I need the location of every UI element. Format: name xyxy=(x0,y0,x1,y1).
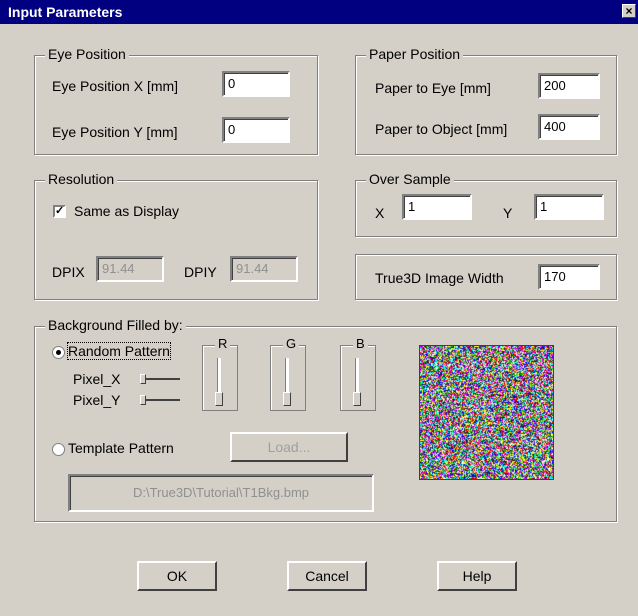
pixel-x-label: Pixel_X xyxy=(73,371,121,387)
r-label: R xyxy=(215,336,231,351)
paper-to-object-input[interactable]: 400 xyxy=(538,114,600,140)
template-pattern-radio[interactable] xyxy=(52,443,65,456)
dpix-label: DPIX xyxy=(52,264,85,280)
b-label: B xyxy=(353,336,368,351)
template-pattern-label[interactable]: Template Pattern xyxy=(68,440,174,456)
check-icon: ✓ xyxy=(55,205,65,217)
pixel-y-thumb[interactable] xyxy=(140,395,146,405)
over-sample-y-input[interactable]: 1 xyxy=(534,194,604,220)
eye-position-x-label: Eye Position X [mm] xyxy=(52,78,179,94)
load-button[interactable]: Load... xyxy=(230,432,348,462)
eye-position-y-input[interactable]: 0 xyxy=(222,117,290,143)
background-legend: Background Filled by: xyxy=(45,317,186,333)
window-title: Input Parameters xyxy=(8,4,123,20)
b-slider-box: B xyxy=(340,336,376,411)
over-sample-legend: Over Sample xyxy=(366,171,454,187)
template-path-field[interactable]: D:\True3D\Tutorial\T1Bkg.bmp xyxy=(68,474,374,512)
r-slider-thumb[interactable] xyxy=(215,392,223,406)
random-pattern-radio[interactable] xyxy=(52,346,65,359)
over-sample-x-input[interactable]: 1 xyxy=(402,194,472,220)
random-pattern-label[interactable]: Random Pattern xyxy=(67,342,171,360)
random-pattern-preview xyxy=(419,345,554,480)
close-button[interactable]: × xyxy=(622,4,636,18)
same-as-display-label: Same as Display xyxy=(74,203,180,219)
same-as-display-checkbox[interactable]: ✓ xyxy=(53,205,66,218)
g-slider-thumb[interactable] xyxy=(283,392,291,406)
pixel-y-label: Pixel_Y xyxy=(73,392,121,408)
close-icon: × xyxy=(625,4,633,18)
paper-position-group: Paper Position xyxy=(355,46,617,155)
pixel-y-slider[interactable] xyxy=(140,395,182,405)
title-bar: Input Parameters × xyxy=(0,0,638,24)
dpiy-label: DPIY xyxy=(184,264,217,280)
paper-position-legend: Paper Position xyxy=(366,46,464,62)
image-width-label: True3D Image Width xyxy=(375,270,504,286)
pixel-x-track xyxy=(146,378,180,380)
pixel-x-thumb[interactable] xyxy=(140,374,146,384)
paper-to-eye-input[interactable]: 200 xyxy=(538,73,600,99)
g-slider-box: G xyxy=(270,336,306,411)
r-slider-box: R xyxy=(202,336,238,411)
resolution-group: Resolution xyxy=(34,171,318,300)
eye-position-legend: Eye Position xyxy=(45,46,129,62)
help-button[interactable]: Help xyxy=(437,561,517,591)
ok-button[interactable]: OK xyxy=(137,561,217,591)
eye-position-x-input[interactable]: 0 xyxy=(222,71,290,97)
resolution-legend: Resolution xyxy=(45,171,118,187)
image-width-input[interactable]: 170 xyxy=(538,264,600,290)
over-sample-x-label: X xyxy=(375,205,385,221)
b-slider-thumb[interactable] xyxy=(353,392,361,406)
g-label: G xyxy=(283,336,300,351)
paper-to-object-label: Paper to Object [mm] xyxy=(375,121,508,137)
dpiy-input[interactable]: 91.44 xyxy=(230,256,298,282)
pixel-x-slider[interactable] xyxy=(140,374,182,384)
eye-position-y-label: Eye Position Y [mm] xyxy=(52,124,178,140)
paper-to-eye-label: Paper to Eye [mm] xyxy=(375,80,491,96)
over-sample-y-label: Y xyxy=(503,205,513,221)
cancel-button[interactable]: Cancel xyxy=(287,561,367,591)
noise-canvas xyxy=(420,346,553,479)
pixel-y-track xyxy=(146,399,180,401)
dpix-input[interactable]: 91.44 xyxy=(96,256,164,282)
